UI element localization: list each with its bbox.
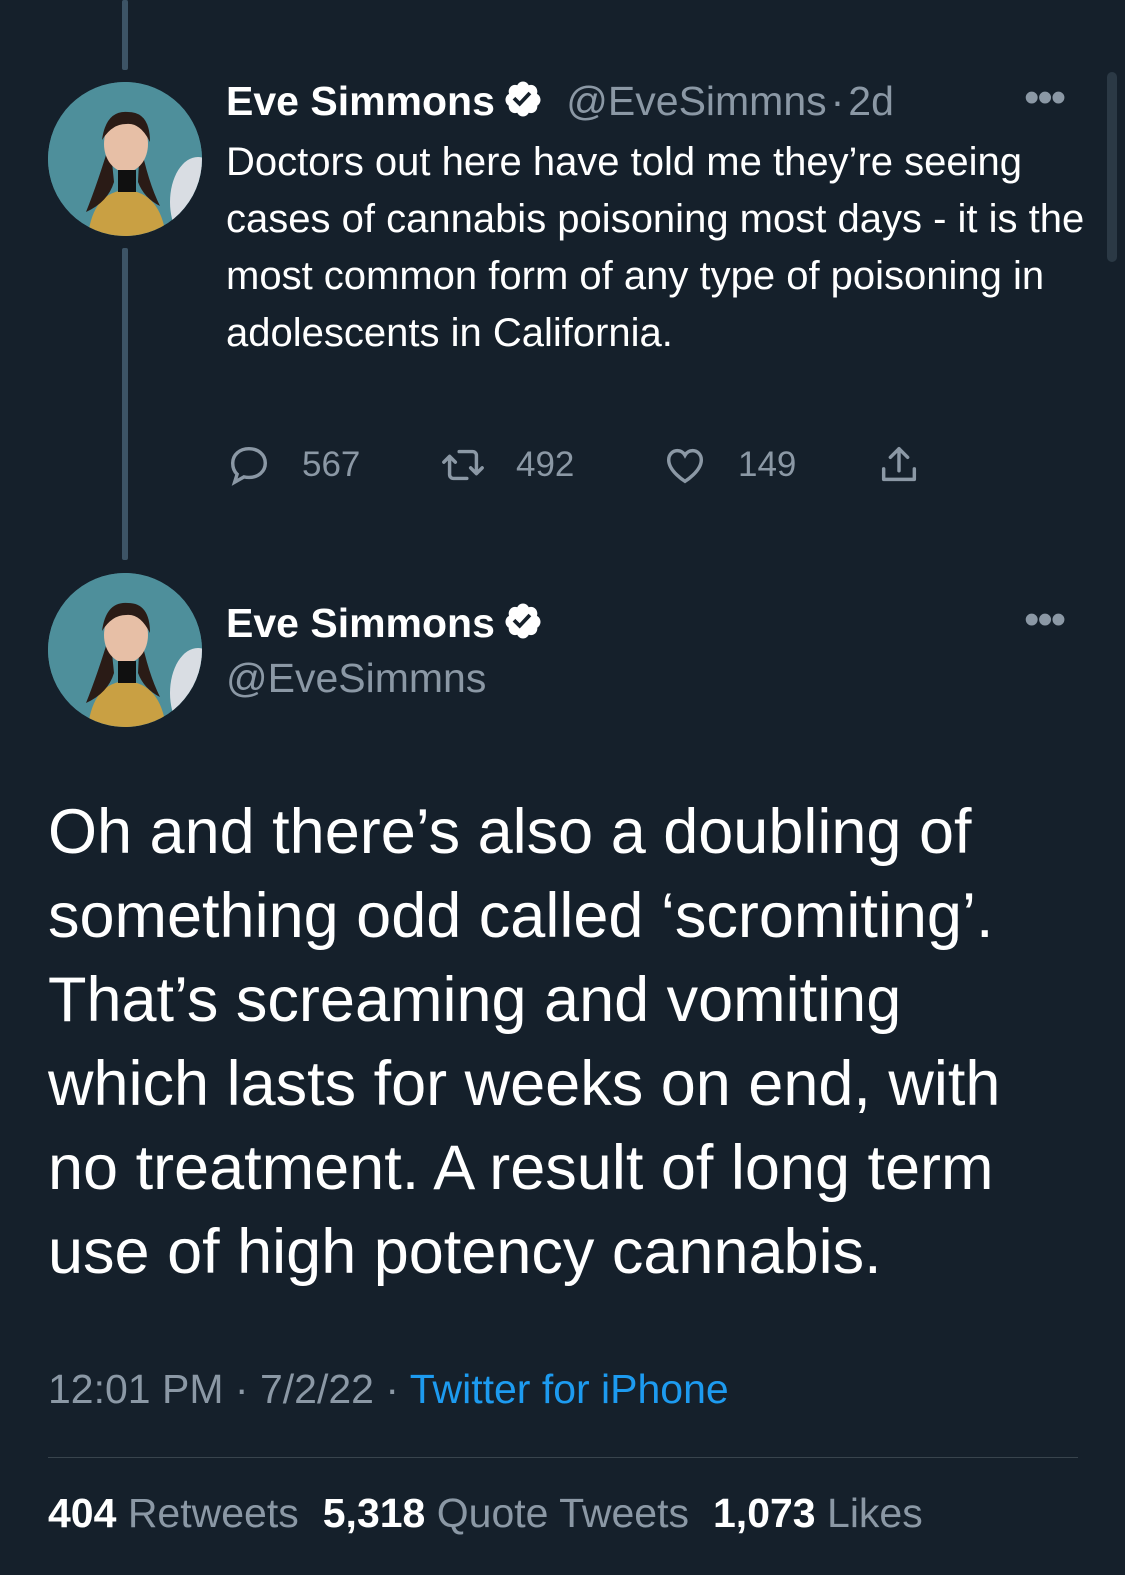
author-name-row: Eve Simmons — [226, 600, 543, 647]
quote-tweets-count: 5,318 — [322, 1490, 426, 1536]
tweet-text: Doctors out here have told me they’re se… — [226, 140, 1085, 355]
divider — [48, 1457, 1078, 1458]
retweets-stat[interactable]: 404 Retweets — [48, 1490, 323, 1536]
share-button[interactable] — [876, 442, 952, 488]
avatar[interactable] — [48, 82, 202, 236]
more-icon[interactable]: ••• — [1024, 598, 1066, 642]
engagement-stats: 404 Retweets 5,318 Quote Tweets 1,073 Like… — [48, 1490, 947, 1537]
author-name[interactable]: Eve Simmons — [226, 600, 495, 646]
tweet-source-link[interactable]: Twitter for iPhone — [410, 1366, 729, 1412]
retweet-button[interactable]: 492 — [440, 442, 574, 488]
tweet-date[interactable]: 7/2/22 — [260, 1366, 374, 1412]
retweet-count: 492 — [516, 445, 575, 484]
tweet-text: Oh and there’s also a doubling of someth… — [48, 797, 1001, 1287]
thread-line-top — [122, 0, 128, 70]
author-handle[interactable]: @EveSimmns — [566, 78, 826, 124]
verified-icon — [505, 81, 541, 117]
reply-button[interactable]: 567 — [226, 442, 360, 488]
likes-label: Likes — [827, 1490, 923, 1536]
action-bar: 567 492 149 — [226, 442, 946, 502]
likes-stat[interactable]: 1,073 Likes — [713, 1490, 947, 1536]
avatar[interactable] — [48, 573, 202, 727]
reply-count: 567 — [302, 445, 361, 484]
author-name[interactable]: Eve Simmons — [226, 78, 495, 124]
retweets-count: 404 — [48, 1490, 117, 1536]
more-icon[interactable]: ••• — [1024, 76, 1066, 120]
retweet-icon — [442, 449, 484, 481]
verified-icon — [505, 603, 541, 639]
reply-icon — [230, 446, 268, 486]
author-handle[interactable]: @EveSimmns — [226, 655, 486, 702]
author-name-row: Eve Simmons @EveSimmns·2d — [226, 78, 894, 125]
like-icon — [666, 448, 704, 484]
quote-tweets-label: Quote Tweets — [436, 1490, 689, 1536]
tweet-meta: 12:01 PM · 7/2/22 · Twitter for iPhone — [48, 1366, 729, 1413]
meta-separator: · — [385, 1366, 400, 1412]
scrollbar[interactable] — [1107, 72, 1117, 262]
tweet-time[interactable]: 12:01 PM — [48, 1366, 224, 1412]
time-separator: · — [830, 78, 845, 124]
likes-count: 1,073 — [713, 1490, 816, 1536]
like-button[interactable]: 149 — [662, 442, 796, 488]
meta-separator: · — [234, 1366, 249, 1412]
tweet-time[interactable]: 2d — [848, 78, 894, 124]
retweets-label: Retweets — [127, 1490, 299, 1536]
share-icon — [881, 446, 917, 482]
quote-tweets-stat[interactable]: 5,318 Quote Tweets — [323, 1490, 713, 1536]
like-count: 149 — [738, 445, 797, 484]
thread-connector-line — [122, 248, 128, 560]
